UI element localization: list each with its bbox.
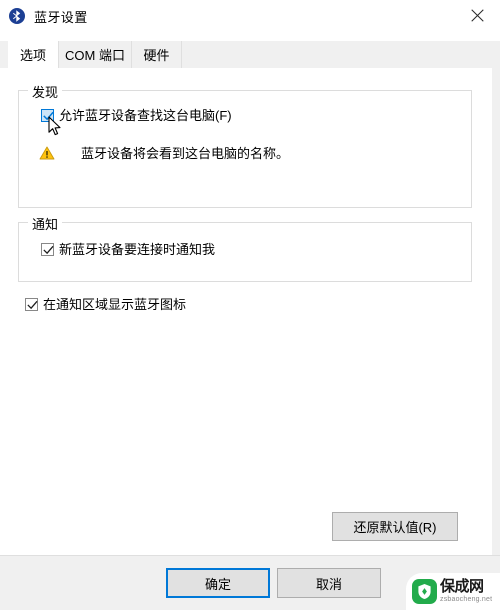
cancel-button-label: 取消 xyxy=(315,576,342,592)
watermark-shield-icon xyxy=(412,579,437,604)
checkbox-notify-new-device[interactable]: 新蓝牙设备要连接时通知我 xyxy=(41,242,215,257)
checkbox-notify-new-device-label: 新蓝牙设备要连接时通知我 xyxy=(59,242,216,257)
checkbox-allow-discovery[interactable]: 允许蓝牙设备查找这台电脑(F) xyxy=(41,108,232,123)
window-title: 蓝牙设置 xyxy=(34,9,88,25)
tab-hardware-label: 硬件 xyxy=(143,48,170,63)
checkbox-show-tray-icon-label: 在通知区域显示蓝牙图标 xyxy=(43,297,187,312)
tab-page-options: 发现 允许蓝牙设备查找这台电脑(F) 蓝牙设备将会看到这台电脑的名称。 通知 新… xyxy=(0,68,500,555)
tab-com-ports-label: COM 端口 xyxy=(65,48,125,63)
group-discovery-legend: 发现 xyxy=(28,82,63,101)
page-right-strip xyxy=(492,68,500,555)
tab-com-ports[interactable]: COM 端口 xyxy=(59,41,132,68)
tab-strip-filler xyxy=(182,41,500,69)
watermark-title: 保成网 xyxy=(440,578,484,595)
checkbox-show-tray-icon[interactable]: 在通知区域显示蓝牙图标 xyxy=(25,297,186,312)
checkbox-show-tray-icon-box[interactable] xyxy=(25,298,38,311)
discovery-warning: 蓝牙设备将会看到这台电脑的名称。 xyxy=(39,146,439,162)
checkbox-notify-new-device-box[interactable] xyxy=(41,243,54,256)
discovery-warning-text: 蓝牙设备将会看到这台电脑的名称。 xyxy=(81,146,290,161)
warning-triangle-icon xyxy=(39,146,55,162)
tab-options[interactable]: 选项 xyxy=(8,41,59,68)
checkbox-allow-discovery-label: 允许蓝牙设备查找这台电脑(F) xyxy=(59,108,232,123)
watermark-subtitle: zsbaocheng.net xyxy=(440,596,493,603)
ok-button[interactable]: 确定 xyxy=(166,568,270,598)
tab-strip: 选项 COM 端口 硬件 xyxy=(0,41,500,69)
bluetooth-icon xyxy=(9,8,25,24)
group-notification-legend: 通知 xyxy=(28,214,63,233)
tab-options-label: 选项 xyxy=(19,48,46,63)
watermark-text: 保成网 zsbaocheng.net xyxy=(440,579,492,604)
restore-defaults-button-label: 还原默认值(R) xyxy=(353,520,437,535)
cancel-button[interactable]: 取消 xyxy=(277,568,381,598)
title-bar: 蓝牙设置 xyxy=(0,0,500,32)
checkbox-allow-discovery-box[interactable] xyxy=(41,109,54,122)
restore-defaults-button[interactable]: 还原默认值(R) xyxy=(332,512,458,541)
close-icon[interactable] xyxy=(454,0,500,31)
ok-button-label: 确定 xyxy=(204,576,231,592)
watermark: 保成网 zsbaocheng.net xyxy=(406,573,500,610)
tab-hardware[interactable]: 硬件 xyxy=(132,41,182,68)
bluetooth-settings-window: 蓝牙设置 选项 COM 端口 硬件 发现 允许蓝牙设备查找这台电脑(F) 蓝牙设… xyxy=(0,0,500,610)
